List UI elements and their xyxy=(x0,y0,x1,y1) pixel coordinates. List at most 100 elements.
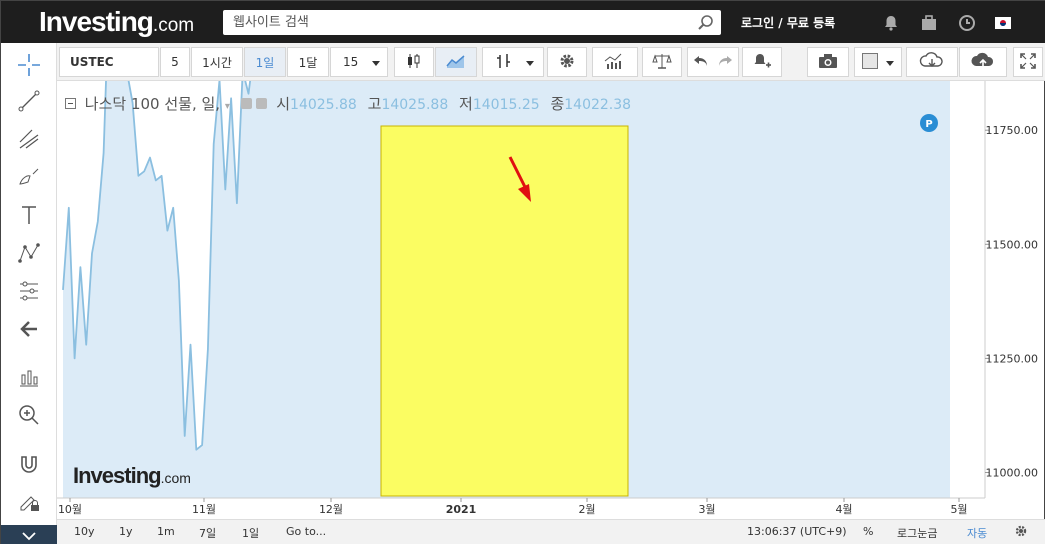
cloud-upload-icon xyxy=(970,52,996,73)
interval-1d-button[interactable]: 1일 xyxy=(244,47,286,77)
clock-icon[interactable] xyxy=(957,13,977,33)
close-label: 종 xyxy=(550,95,565,113)
interval-dropdown[interactable]: 15 xyxy=(330,47,388,77)
legend-remove-icon[interactable] xyxy=(256,98,268,109)
pencil-lock-icon xyxy=(17,489,41,518)
x-axis-tick-label: 5월 xyxy=(950,503,967,516)
settings-button[interactable] xyxy=(547,47,587,77)
load-chart-button[interactable] xyxy=(906,47,958,77)
portfolio-icon[interactable] xyxy=(919,13,939,33)
range-1y-button[interactable]: 1y xyxy=(119,525,133,538)
y-axis-tick-label: 11750.00 xyxy=(986,124,1039,137)
chart-app: Investing.com 로그인 / 무료 등록 USTEC 5 1시간 1일… xyxy=(0,0,1045,544)
range-7d-button[interactable]: 7일 xyxy=(199,525,216,541)
text-tool[interactable] xyxy=(15,203,43,231)
fullscreen-button[interactable] xyxy=(1013,47,1043,77)
interval-5-button[interactable]: 5 xyxy=(160,47,190,77)
legend-settings-icon[interactable] xyxy=(240,98,252,109)
login-register-link[interactable]: 로그인 / 무료 등록 xyxy=(741,14,835,31)
percent-scale-toggle[interactable]: % xyxy=(863,525,873,538)
ohlc-bars-icon xyxy=(495,52,513,73)
low-label: 저 xyxy=(459,95,473,113)
top-navigation-bar: Investing.com 로그인 / 무료 등록 xyxy=(1,1,1045,43)
measure-tool[interactable] xyxy=(15,365,43,393)
chart-clock[interactable]: 13:06:37 (UTC+9) xyxy=(747,525,847,538)
watermark-suffix: .com xyxy=(160,470,191,486)
investing-logo[interactable]: Investing.com xyxy=(39,6,194,38)
zoom-tool[interactable] xyxy=(15,403,43,431)
candlestick-chart-button[interactable] xyxy=(394,47,434,77)
site-search-box[interactable] xyxy=(223,10,721,35)
chart-legend: 나스닥 100 선물, 일, ▾ 시14025.88 고14025.88 저14… xyxy=(65,93,631,114)
open-value: 14025.88 xyxy=(290,97,357,113)
chevron-down-icon xyxy=(21,529,37,544)
color-swatch-icon xyxy=(862,52,878,72)
auto-scale-toggle[interactable]: 자동 xyxy=(967,525,987,541)
close-value: 14022.38 xyxy=(564,97,632,113)
open-label: 시 xyxy=(276,95,291,113)
trend-line-icon xyxy=(17,89,41,118)
measure-icon xyxy=(17,365,41,394)
indicators-button[interactable] xyxy=(592,47,638,77)
watermark-main: Investing xyxy=(73,463,162,488)
chart-bottom-bar: 10y 1y 1m 7일 1일 Go to... 13:06:37 (UTC+9… xyxy=(57,519,1045,544)
interval-1m-button[interactable]: 1달 xyxy=(287,47,329,77)
undo-icon[interactable] xyxy=(693,54,709,71)
x-axis-tick-label: 12월 xyxy=(319,503,343,516)
gear-icon[interactable] xyxy=(1014,524,1028,541)
color-picker-dropdown[interactable] xyxy=(854,47,902,77)
magnet-icon xyxy=(17,453,41,482)
pattern-icon xyxy=(17,241,41,270)
pattern-tool[interactable] xyxy=(15,241,43,269)
pitchfork-icon xyxy=(17,127,41,156)
search-icon[interactable] xyxy=(697,14,715,37)
chevron-down-icon xyxy=(885,57,895,71)
bars-dropdown[interactable] xyxy=(482,47,544,77)
scale-icon xyxy=(652,52,672,73)
search-input[interactable] xyxy=(223,10,663,35)
log-scale-toggle[interactable]: 로그눈금 xyxy=(897,525,937,541)
instrument-title: 나스닥 100 선물, 일, xyxy=(84,95,221,113)
collapse-legend-icon[interactable] xyxy=(65,98,76,109)
x-axis-tick-label: 2월 xyxy=(578,503,595,516)
symbol-input[interactable]: USTEC xyxy=(59,47,159,77)
trend-line-tool[interactable] xyxy=(15,89,43,117)
legend-dropdown-icon[interactable]: ▾ xyxy=(225,101,230,112)
save-chart-button[interactable] xyxy=(959,47,1007,77)
range-1d-button[interactable]: 1일 xyxy=(242,525,259,541)
candlestick-icon xyxy=(405,52,423,73)
compare-button[interactable] xyxy=(642,47,682,77)
chart-area[interactable]: 11000.0011250.0011500.0011750.0012000.00… xyxy=(57,81,1045,521)
investing-watermark: Investing.com xyxy=(73,463,191,489)
prediction-tool[interactable] xyxy=(15,279,43,307)
chevron-down-icon xyxy=(371,57,381,71)
cloud-download-icon xyxy=(919,51,945,73)
snapshot-button[interactable] xyxy=(807,47,849,77)
korea-flag-icon[interactable] xyxy=(993,13,1013,33)
crosshair-tool[interactable] xyxy=(15,53,43,81)
arrow-left-icon xyxy=(17,317,41,346)
pivot-marker-label: P xyxy=(925,119,932,130)
collapse-sidebar-button[interactable] xyxy=(1,525,57,544)
add-alert-button[interactable] xyxy=(742,47,782,77)
prediction-icon xyxy=(17,279,41,308)
brush-tool[interactable] xyxy=(15,165,43,193)
lock-drawing-tool[interactable] xyxy=(15,489,43,517)
redo-icon[interactable] xyxy=(717,54,733,71)
logo-main-text: Investing xyxy=(39,6,154,37)
price-chart-svg[interactable]: 11000.0011250.0011500.0011750.0012000.00… xyxy=(57,81,1045,521)
chart-toolbar: USTEC 5 1시간 1일 1달 15 xyxy=(57,43,1045,81)
high-value: 14025.88 xyxy=(381,97,449,113)
pitchfork-tool[interactable] xyxy=(15,127,43,155)
interval-1h-button[interactable]: 1시간 xyxy=(191,47,243,77)
magnet-tool[interactable] xyxy=(15,453,43,481)
back-arrow-tool[interactable] xyxy=(15,317,43,345)
range-10y-button[interactable]: 10y xyxy=(74,525,95,538)
text-icon xyxy=(17,203,41,232)
area-chart-button[interactable] xyxy=(435,47,477,77)
goto-date-button[interactable]: Go to... xyxy=(286,525,326,538)
bell-icon[interactable] xyxy=(881,13,901,33)
range-1m-button[interactable]: 1m xyxy=(157,525,175,538)
area-chart-icon xyxy=(446,53,466,72)
x-axis-tick-label: 11월 xyxy=(192,503,216,516)
